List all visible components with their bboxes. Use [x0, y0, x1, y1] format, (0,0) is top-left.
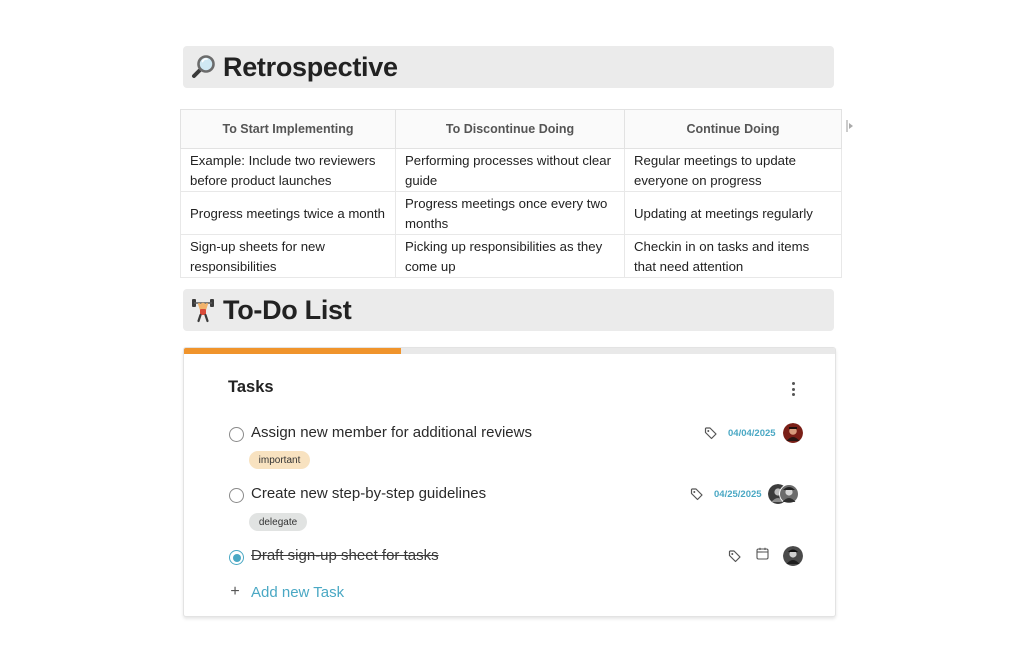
table-row: Example: Include two reviewers before pr…	[180, 148, 842, 192]
retrospective-table: To Start Implementing To Discontinue Doi…	[180, 109, 842, 278]
assignee-avatars[interactable]	[767, 484, 799, 504]
task-label[interactable]: Create new step-by-step guidelines	[251, 485, 486, 502]
add-task-button[interactable]: + Add new Task	[228, 583, 344, 601]
tasks-card: Tasks Assign new member for additional r…	[183, 347, 836, 617]
task-tag-badge[interactable]: delegate	[249, 513, 307, 531]
table-cell[interactable]: Performing processes without clear guide	[395, 148, 625, 192]
task-meta	[728, 546, 803, 566]
calendar-icon[interactable]	[756, 547, 769, 565]
task-due-date[interactable]: 04/25/2025	[714, 489, 762, 500]
table-row: Sign-up sheets for new responsibilities …	[180, 234, 842, 278]
tasks-progress-bar	[184, 348, 835, 354]
plus-icon: +	[230, 583, 240, 600]
table-cell[interactable]: Example: Include two reviewers before pr…	[180, 148, 396, 192]
table-cell[interactable]: Updating at meetings regularly	[624, 191, 842, 235]
add-task-label: Add new Task	[251, 583, 345, 601]
task-checkbox[interactable]	[229, 427, 244, 442]
table-cell[interactable]: Checkin in on tasks and items that need …	[624, 234, 842, 278]
task-due-date[interactable]: 04/04/2025	[728, 428, 776, 439]
tasks-title: Tasks	[228, 378, 274, 396]
task-meta: 04/04/2025	[704, 423, 803, 443]
assignee-avatar[interactable]	[783, 546, 803, 566]
tag-icon[interactable]	[690, 487, 704, 501]
magnifying-glass-icon	[189, 53, 217, 81]
assignee-avatar[interactable]	[782, 423, 803, 443]
task-checkbox-checked[interactable]	[229, 550, 244, 565]
table-cell[interactable]: Picking up responsibilities as they come…	[395, 234, 625, 278]
tasks-progress-fill	[184, 348, 401, 354]
table-cell[interactable]: Progress meetings twice a month	[180, 191, 396, 235]
weightlifter-icon	[189, 296, 217, 324]
table-cell[interactable]: Progress meetings once every two months	[395, 191, 625, 235]
task-checkbox[interactable]	[229, 488, 244, 503]
todo-title: To-Do List	[223, 294, 352, 325]
column-header[interactable]: To Discontinue Doing	[395, 109, 625, 149]
retrospective-title: Retrospective	[223, 51, 398, 82]
task-meta: 04/25/2025	[690, 484, 799, 504]
tag-icon[interactable]	[728, 549, 742, 563]
column-header[interactable]: To Start Implementing	[180, 109, 396, 149]
task-label[interactable]: Draft sign-up sheet for tasks	[251, 547, 439, 564]
add-column-handle-icon[interactable]	[846, 119, 854, 133]
retrospective-heading: Retrospective	[183, 46, 834, 88]
table-header-row: To Start Implementing To Discontinue Doi…	[180, 109, 842, 149]
task-label[interactable]: Assign new member for additional reviews	[251, 424, 532, 441]
column-header[interactable]: Continue Doing	[624, 109, 842, 149]
table-row: Progress meetings twice a month Progress…	[180, 191, 842, 235]
tag-icon[interactable]	[704, 426, 718, 440]
table-cell[interactable]: Sign-up sheets for new responsibilities	[180, 234, 396, 278]
table-cell[interactable]: Regular meetings to update everyone on p…	[624, 148, 842, 192]
more-options-icon[interactable]	[784, 380, 802, 398]
task-tag-badge[interactable]: important	[249, 451, 310, 469]
todo-heading: To-Do List	[183, 289, 834, 331]
